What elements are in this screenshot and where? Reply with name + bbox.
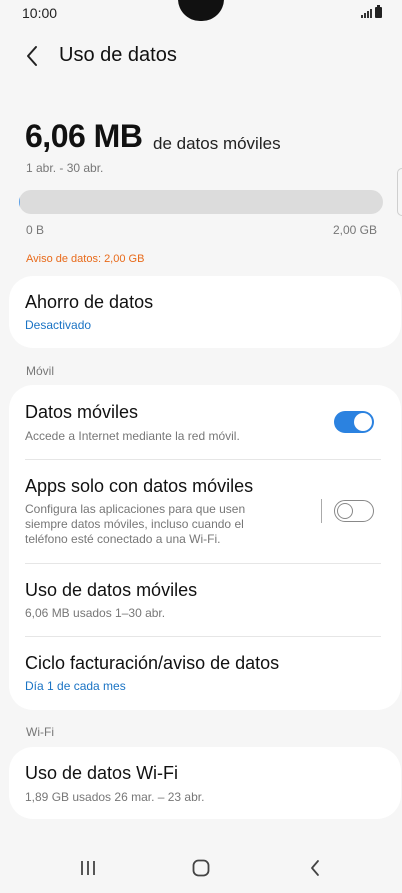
chevron-left-icon <box>27 46 37 66</box>
status-bar: 10:00 <box>0 0 402 28</box>
section-label-wifi: Wi-Fi <box>26 725 54 739</box>
apps-mobile-only-subtitle-line-2: siempre datos móviles, incluso cuando el <box>25 517 244 531</box>
scale-min-label: 0 B <box>26 223 45 237</box>
apps-mobile-only-toggle[interactable] <box>334 500 374 522</box>
billing-cycle-subtitle: Día 1 de cada mes <box>25 679 126 693</box>
back-icon <box>311 860 319 876</box>
apps-mobile-only-subtitle-line-1: Configura las aplicaciones para que usen <box>25 502 246 516</box>
wifi-data-usage-subtitle: 1,89 GB usados 26 mar. – 23 abr. <box>25 790 205 804</box>
scale-max-label: 2,00 GB <box>332 223 377 237</box>
app-header: Uso de datos <box>0 36 402 76</box>
wifi-card: Uso de datos Wi-Fi 1,89 GB usados 26 mar… <box>9 747 401 819</box>
mobile-data-usage-title: Uso de datos móviles <box>25 580 198 600</box>
home-button[interactable] <box>181 853 221 883</box>
apps-mobile-only-subtitle-line-3: teléfono esté conectado a una Wi-Fi. <box>25 532 221 546</box>
billing-cycle-title: Ciclo facturación/aviso de datos <box>25 653 280 673</box>
usage-progress-bar <box>19 190 383 214</box>
mobile-data-usage-subtitle: 6,06 MB usados 1–30 abr. <box>25 606 166 620</box>
page-title: Uso de datos <box>59 44 177 66</box>
data-saver-title: Ahorro de datos <box>25 292 154 312</box>
status-icons <box>361 5 382 18</box>
data-saver-row[interactable]: Ahorro de datos Desactivado <box>9 276 401 348</box>
nav-back-button[interactable] <box>295 853 335 883</box>
mobile-data-subtitle: Accede a Internet mediante la red móvil. <box>25 429 240 443</box>
wifi-data-usage-row[interactable]: Uso de datos Wi-Fi 1,89 GB usados 26 mar… <box>9 747 401 819</box>
camera-notch <box>178 0 224 21</box>
scroll-indicator <box>397 168 402 216</box>
recent-apps-button[interactable] <box>68 853 108 883</box>
mobile-data-row[interactable]: Datos móviles Accede a Internet mediante… <box>9 385 401 459</box>
recent-apps-icon <box>81 861 95 875</box>
usage-suffix: de datos móviles <box>153 134 281 153</box>
data-saver-card: Ahorro de datos Desactivado <box>9 276 401 348</box>
usage-period: 1 abr. - 30 abr. <box>26 161 104 175</box>
navigation-bar <box>0 841 402 893</box>
status-time: 10:00 <box>22 5 58 21</box>
usage-amount: 6,06 MB <box>25 118 143 154</box>
apps-mobile-only-title: Apps solo con datos móviles <box>25 476 254 496</box>
mobile-data-toggle[interactable] <box>334 411 374 433</box>
battery-icon <box>375 5 382 18</box>
mobile-card: Datos móviles Accede a Internet mediante… <box>9 385 401 710</box>
mobile-data-usage-row[interactable]: Uso de datos móviles 6,06 MB usados 1–30… <box>9 564 401 636</box>
apps-mobile-only-row[interactable]: Apps solo con datos móviles Configura la… <box>9 460 401 563</box>
signal-icon <box>361 8 372 18</box>
data-warning-label: Aviso de datos: 2,00 GB <box>26 253 145 265</box>
billing-cycle-row[interactable]: Ciclo facturación/aviso de datos Día 1 d… <box>9 637 401 710</box>
section-label-mobile: Móvil <box>26 364 55 378</box>
back-button[interactable] <box>16 40 48 72</box>
home-icon <box>192 859 210 877</box>
data-saver-status: Desactivado <box>25 318 92 332</box>
wifi-data-usage-title: Uso de datos Wi-Fi <box>25 763 179 783</box>
vertical-separator <box>321 499 322 523</box>
usage-progress-fill <box>19 190 21 214</box>
mobile-data-title: Datos móviles <box>25 402 139 422</box>
